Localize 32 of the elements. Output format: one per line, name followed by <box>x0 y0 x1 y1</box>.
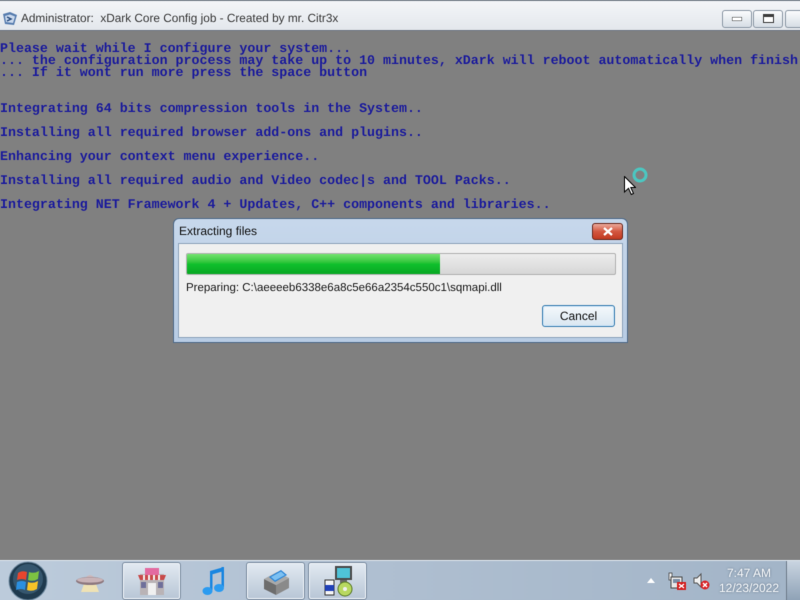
storefront-icon <box>136 566 168 596</box>
window-title: Administrator: xDark Core Config job - Created by mr. Citr3x <box>21 10 338 27</box>
minimize-button[interactable] <box>722 10 752 28</box>
network-error-icon[interactable] <box>668 572 686 590</box>
close-button[interactable] <box>592 222 623 240</box>
console-prompt-icon <box>2 10 18 26</box>
show-desktop-button[interactable] <box>786 561 800 600</box>
console-line: ... If it wont run more press the space button <box>0 67 368 79</box>
dialog-title: Extracting files <box>179 223 258 240</box>
status-text: Preparing: C:\aeeeeb6338e6a8c5e66a2354c550c1\sqmapi.dll <box>186 281 502 295</box>
maximize-button[interactable] <box>753 10 783 28</box>
maximize-icon <box>762 14 774 23</box>
mouse-pointer-icon <box>624 176 636 195</box>
caret-up-icon <box>647 578 655 583</box>
console-line: ... the configuration process may take up to 10 minutes, xDark will reboot automatically when finish <box>0 55 798 67</box>
cancel-button[interactable]: Cancel <box>542 305 615 327</box>
console-line: Please wait while I configure your system... <box>0 43 352 55</box>
close-icon <box>602 226 612 236</box>
computer-disc-icon <box>322 564 354 596</box>
flag-orb-icon <box>8 560 48 600</box>
speaker-muted-icon[interactable] <box>692 572 710 590</box>
music-note-icon <box>202 566 226 596</box>
taskbar-button[interactable] <box>246 562 305 600</box>
console-line: Integrating NET Framework 4 + Updates, C++ components and libraries.. <box>0 199 551 211</box>
minimize-icon <box>732 16 742 20</box>
busy-ring-icon <box>632 167 648 183</box>
taskbar-button[interactable] <box>308 562 367 600</box>
console-line: Integrating 64 bits compression tools in the System.. <box>0 103 423 115</box>
console-line: Enhancing your context menu experience.. <box>0 151 320 163</box>
console-line: Installing all required audio and Video codec|s and TOOL Packs.. <box>0 175 511 187</box>
console-line: Installing all required browser add-ons and plugins.. <box>0 127 423 139</box>
taskbar-button[interactable] <box>122 562 181 600</box>
